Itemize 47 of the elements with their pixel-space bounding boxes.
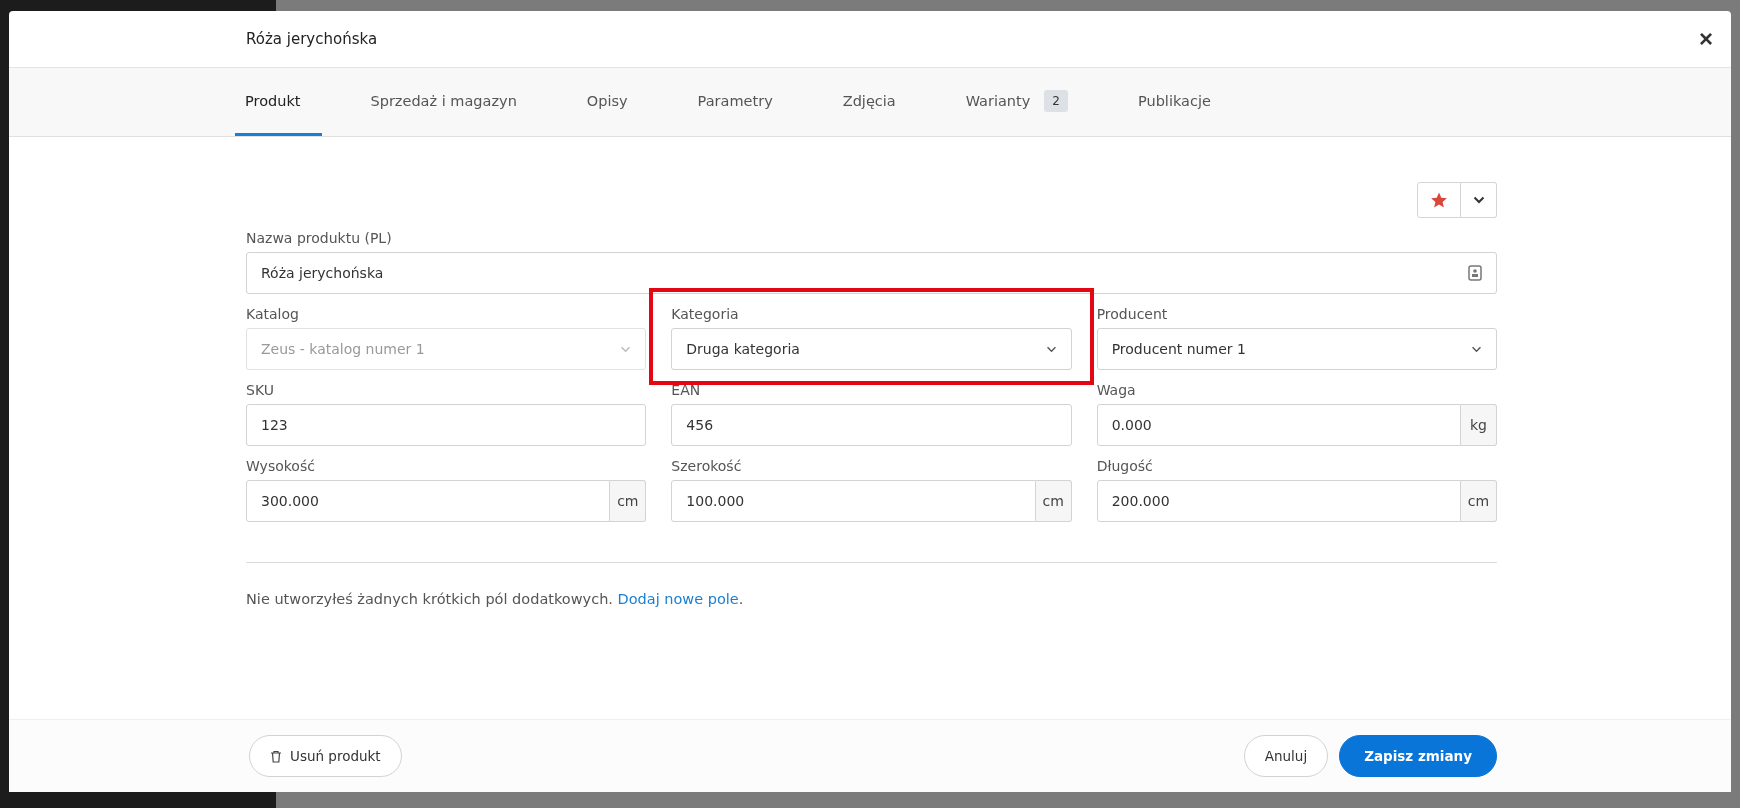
unit-addon: cm xyxy=(610,480,647,522)
dialog-title: Róża jerychońska xyxy=(246,30,378,48)
product-name-field[interactable]: Róża jerychońska xyxy=(246,252,1497,294)
chevron-down-icon xyxy=(1471,345,1482,353)
unit-addon: cm xyxy=(1035,480,1072,522)
field-label: SKU xyxy=(246,382,275,398)
field-label: Producent xyxy=(1096,306,1169,322)
tab[interactable]: Zdjęcia xyxy=(832,68,918,136)
contact-card-icon xyxy=(1468,265,1482,281)
input-field[interactable]: 300.000 xyxy=(246,480,611,522)
save-button[interactable]: Zapisz zmiany xyxy=(1339,735,1497,777)
add-field-link[interactable]: Dodaj nowe pole xyxy=(617,591,739,607)
count-badge: 2 xyxy=(1044,89,1068,112)
input-field[interactable]: 123 xyxy=(246,404,647,446)
field-label: Nazwa produktu (PL) xyxy=(246,230,393,246)
input-field[interactable]: 0.000 xyxy=(1096,404,1461,446)
trash-icon xyxy=(270,749,282,763)
tab[interactable]: Parametry xyxy=(687,68,795,136)
input-field[interactable]: 456 xyxy=(671,404,1072,446)
unit-addon: cm xyxy=(1461,480,1497,522)
star-icon xyxy=(1430,191,1448,209)
field-label: Wysokość xyxy=(246,458,316,474)
input-field[interactable]: 200.000 xyxy=(1096,480,1461,522)
field-label: Katalog xyxy=(246,306,300,322)
field-label: Długość xyxy=(1096,458,1154,474)
select-field[interactable]: Producent numer 1 xyxy=(1096,328,1497,370)
chevron-down-icon xyxy=(620,345,632,353)
close-button[interactable]: × xyxy=(1695,25,1717,53)
notice-text: Nie utworzyłeś żadnych krótkich pól dodatkowych. Dodaj nowe pole. xyxy=(246,591,745,607)
unit-addon: kg xyxy=(1461,404,1497,446)
select-field[interactable]: Druga kategoria xyxy=(671,328,1072,370)
chevron-down-icon xyxy=(1045,345,1057,353)
tab[interactable]: Warianty 2 xyxy=(955,68,1090,136)
tab[interactable]: Publikacje xyxy=(1128,68,1233,136)
favorite-button[interactable] xyxy=(1417,182,1461,218)
cancel-button[interactable]: Anuluj xyxy=(1243,735,1329,777)
tab[interactable]: Produkt xyxy=(235,68,323,136)
tab[interactable]: Opisy xyxy=(576,68,650,136)
field-label: Waga xyxy=(1096,382,1137,398)
chevron-down-icon xyxy=(1472,196,1485,204)
field-label: Szerokość xyxy=(671,458,743,474)
field-label: Kategoria xyxy=(671,306,740,322)
delete-product-button[interactable]: Usuń produkt xyxy=(249,735,402,777)
input-field[interactable]: 100.000 xyxy=(671,480,1036,522)
dropdown-button[interactable] xyxy=(1461,182,1497,218)
field-label: EAN xyxy=(671,382,702,398)
tab[interactable]: Sprzedaż i magazyn xyxy=(360,68,539,136)
